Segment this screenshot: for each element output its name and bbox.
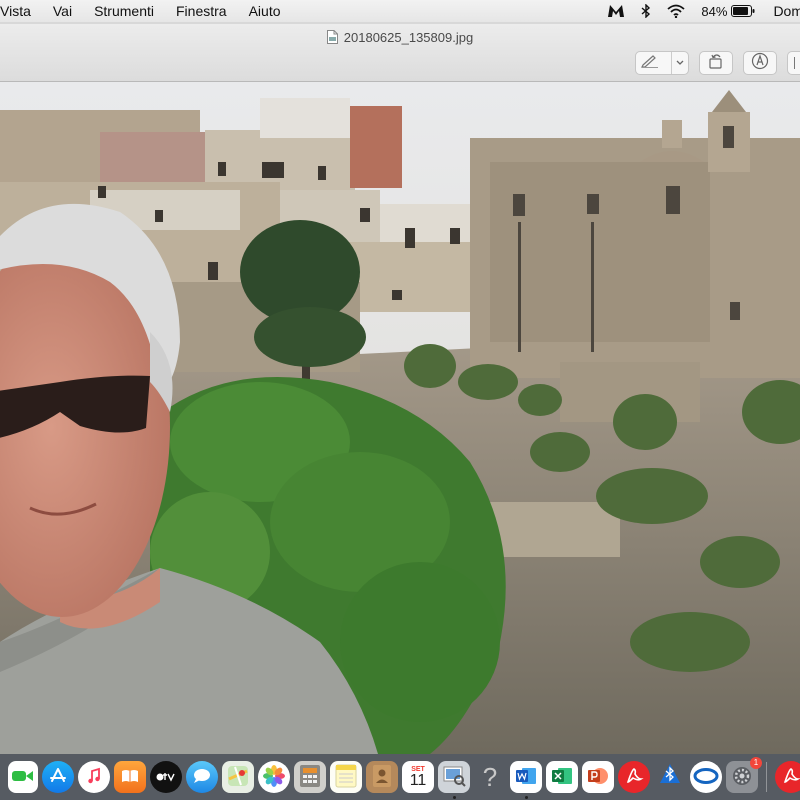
- dock-excel[interactable]: [546, 761, 578, 793]
- window-title-text: 20180625_135809.jpg: [343, 30, 474, 45]
- dock-system-preferences[interactable]: 1: [726, 757, 762, 793]
- map-icon: [227, 765, 249, 790]
- notification-badge: 1: [750, 757, 762, 769]
- dock-preview[interactable]: [438, 761, 470, 799]
- acrobat-document-icon: [781, 766, 800, 789]
- word-icon: [515, 766, 537, 789]
- dock-app-store[interactable]: [42, 761, 74, 793]
- music-note-icon: [85, 767, 103, 788]
- dock-bluetooth-exchange[interactable]: [654, 761, 686, 793]
- rotate-icon: [707, 53, 725, 74]
- speech-bubble-icon: [192, 767, 212, 788]
- pen-icon: [640, 54, 659, 73]
- notes-icon: [335, 764, 357, 791]
- rotate-button[interactable]: [699, 51, 733, 75]
- photos-flower-icon: [262, 764, 286, 791]
- toolbar: [635, 51, 800, 75]
- dock-vpn-client[interactable]: [690, 761, 722, 793]
- apple-tv-icon: [155, 770, 177, 785]
- annotate-button[interactable]: [743, 51, 777, 75]
- dock-word[interactable]: [510, 761, 542, 799]
- annotate-circle-icon: [751, 52, 769, 75]
- menu-finestra[interactable]: Finestra: [167, 3, 240, 19]
- dock-photos[interactable]: [258, 761, 290, 793]
- chevron-down-icon: [670, 52, 684, 74]
- more-icon: [793, 57, 795, 69]
- dock-separator: [766, 762, 767, 792]
- menu-vai[interactable]: Vai: [44, 3, 85, 19]
- powerpoint-icon: [587, 766, 609, 789]
- menu-bar: Vista Vai Strumenti Finestra Aiuto 84% D…: [0, 0, 800, 22]
- menu-strumenti[interactable]: Strumenti: [85, 3, 167, 19]
- dock-help[interactable]: ?: [474, 761, 506, 793]
- running-indicator: [452, 796, 456, 799]
- menu-vista[interactable]: Vista: [0, 3, 44, 19]
- dock-music[interactable]: [78, 761, 110, 793]
- malwarebytes-icon[interactable]: [607, 4, 625, 18]
- dock-facetime[interactable]: [8, 761, 38, 793]
- ring-icon: [693, 767, 719, 788]
- calendar-day: 11: [409, 771, 427, 789]
- dock-calendar[interactable]: SET 11: [402, 761, 434, 793]
- dock-apple-tv[interactable]: [150, 761, 182, 793]
- window-title-bar: 20180625_135809.jpg: [0, 24, 800, 82]
- landscape-photo: [0, 82, 800, 754]
- window-title: 20180625_135809.jpg: [0, 30, 800, 47]
- question-mark-icon: ?: [482, 761, 498, 792]
- dock-contacts[interactable]: [366, 761, 398, 793]
- dock-powerpoint[interactable]: [582, 761, 614, 793]
- menu-aiuto[interactable]: Aiuto: [240, 3, 294, 19]
- sidebar-button-partial[interactable]: [787, 51, 800, 75]
- menu-items: Vista Vai Strumenti Finestra Aiuto: [0, 3, 294, 19]
- facetime-icon: [11, 768, 35, 787]
- excel-icon: [551, 766, 573, 789]
- dock: SET 11 ? 1: [0, 754, 800, 800]
- acrobat-icon: [624, 766, 644, 789]
- dock-calculator[interactable]: [294, 761, 326, 793]
- battery-percentage: 84%: [701, 3, 728, 19]
- bluetooth-file-exchange-icon: [658, 763, 682, 792]
- app-store-icon: [48, 766, 68, 789]
- battery-icon[interactable]: [731, 5, 755, 17]
- dock-maps[interactable]: [222, 761, 254, 793]
- calculator-icon: [299, 764, 321, 791]
- bluetooth-icon[interactable]: [641, 4, 651, 18]
- document-icon: [326, 30, 338, 47]
- running-indicator: [524, 796, 528, 799]
- dock-messages[interactable]: [186, 761, 218, 793]
- status-area: 84% Dom: [591, 0, 800, 22]
- photo-view[interactable]: [0, 82, 800, 754]
- contacts-icon: [372, 764, 392, 791]
- gear-icon: [730, 764, 754, 791]
- dock-acrobat[interactable]: [618, 761, 650, 793]
- wifi-icon[interactable]: [667, 4, 685, 18]
- markup-pen-button[interactable]: [635, 51, 689, 75]
- dock-notes[interactable]: [330, 761, 362, 793]
- dock-acrobat-document[interactable]: [775, 761, 800, 793]
- preview-icon: [442, 765, 466, 790]
- book-icon: [120, 768, 140, 787]
- clock[interactable]: Dom: [773, 3, 800, 19]
- dock-books[interactable]: [114, 761, 146, 793]
